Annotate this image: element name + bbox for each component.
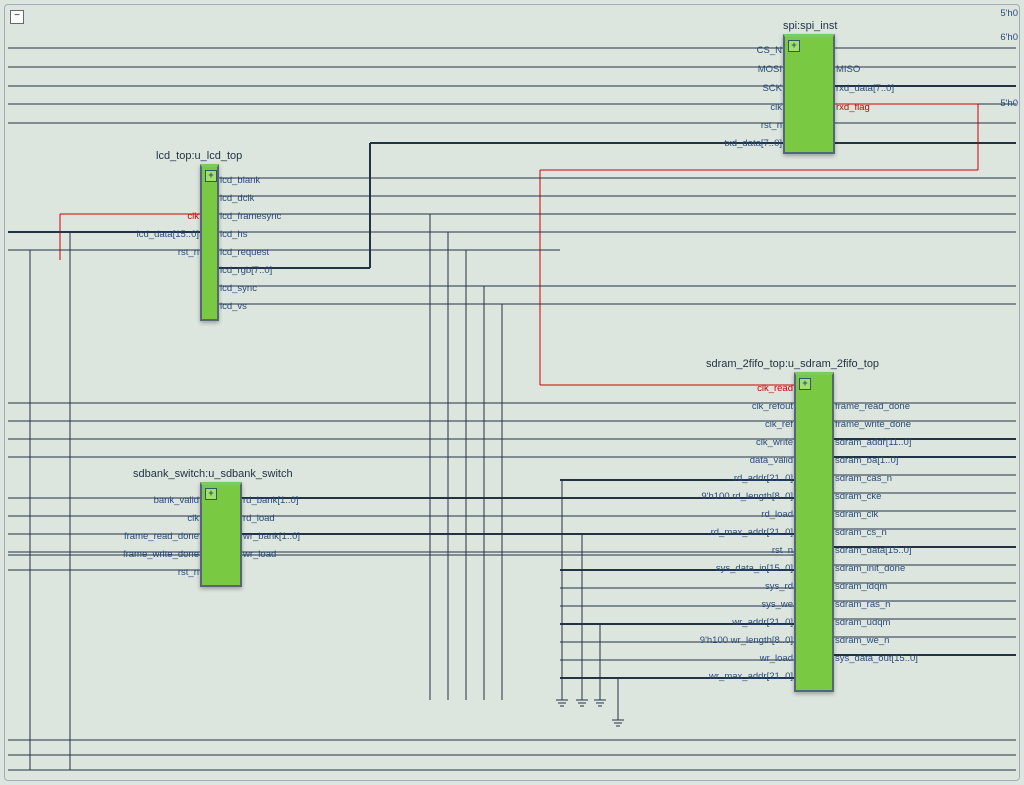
pin-clkref: clk_ref (765, 419, 796, 430)
pin-rdlen: 9'h100 rd_length[8..0] (701, 491, 796, 502)
pin-lcd-data: lcd_data[15..0] (137, 229, 202, 240)
pin-wrload: wr_load (240, 549, 276, 560)
pin-lcd-rstn: rst_n (178, 247, 202, 258)
pin-lcd-vs: lcd_vs (217, 301, 247, 312)
pin-o-cke: sdram_cke (832, 491, 881, 502)
pin-rdload: rd_load (240, 513, 275, 524)
pin-o-sysout: sys_data_out[15..0] (832, 653, 918, 664)
lcd-title: lcd_top:u_lcd_top (156, 150, 242, 162)
pin-o-addr: sdram_addr[11..0] (832, 437, 911, 448)
expand-icon[interactable]: + (205, 488, 217, 500)
pin-rstn: rst_n (761, 120, 785, 131)
pin-rstn2: rst_n (772, 545, 796, 556)
pin-mosi: MOSI (758, 64, 785, 75)
pin-rxddata: rxd_data[7..0] (833, 83, 894, 94)
pin-sw-clk: clk (187, 513, 202, 524)
pin-frd: frame_read_done (124, 531, 202, 542)
pin-rdmax: rd_max_addr[21..0] (711, 527, 796, 538)
collapse-icon[interactable]: − (10, 10, 24, 24)
pin-lcd-rgb: lcd_rgb[7..0] (217, 265, 272, 276)
pin-rdload2: rd_load (761, 509, 796, 520)
sdram-title: sdram_2fifo_top:u_sdram_2fifo_top (706, 358, 879, 370)
lcd-block[interactable]: + clk lcd_data[15..0] rst_n lcd_blank lc… (200, 164, 219, 321)
pin-syswe: sys_we (761, 599, 796, 610)
pin-rdbank: rd_bank[1..0] (240, 495, 298, 506)
pin-o-frd: frame_read_done (832, 401, 910, 412)
pin-o-cas: sdram_cas_n (832, 473, 892, 484)
pin-datavalid: data_valid (750, 455, 796, 466)
pin-clkread: clk_read (757, 383, 796, 394)
spi-title: spi:spi_inst (783, 20, 837, 32)
pin-sw-rst: rst_n (178, 567, 202, 578)
pin-o-fwd: frame_write_done (832, 419, 911, 430)
pin-rxdflag: rxd_flag (833, 102, 870, 113)
pin-lcd-clk: clk (187, 211, 202, 222)
pin-rdaddr: rd_addr[21..0] (734, 473, 796, 484)
pin-lcd-req: lcd_request (217, 247, 269, 258)
sw-title: sdbank_switch:u_sdbank_switch (133, 468, 293, 480)
pin-o-ldqm: sdram_ldqm (832, 581, 887, 592)
expand-icon[interactable]: + (205, 170, 217, 182)
const-2: 6'h0 (1000, 32, 1018, 43)
sw-block[interactable]: + bank_valid clk frame_read_done frame_w… (200, 482, 242, 587)
pin-clk: clk (770, 102, 785, 113)
pin-o-clk: sdram_clk (832, 509, 878, 520)
pin-o-udqm: sdram_udqm (832, 617, 890, 628)
pin-cs-n: CS_N (757, 45, 785, 56)
pin-o-init: sdram_init_done (832, 563, 905, 574)
pin-sysdin: sys_data_in[15..0] (716, 563, 796, 574)
pin-fwd: frame_write_done (123, 549, 202, 560)
expand-icon[interactable]: + (799, 378, 811, 390)
pin-clkwrite: clk_write (756, 437, 796, 448)
pin-o-ras: sdram_ras_n (832, 599, 890, 610)
pin-txd: txd_data[7..0] (724, 138, 785, 149)
pin-miso: MISO (833, 64, 860, 75)
const-1: 5'h0 (1000, 8, 1018, 19)
pin-wrmax: wr_max_addr[21..0] (709, 671, 796, 682)
const-3: 5'h0 (1000, 98, 1018, 109)
pin-wrload2: wr_load (760, 653, 796, 664)
pin-wraddr: wr_addr[21..0] (732, 617, 796, 628)
pin-wrlen: 9'h100 wr_length[8..0] (700, 635, 796, 646)
spi-block[interactable]: + CS_N MOSI SCK clk rst_n txd_data[7..0]… (783, 34, 835, 154)
pin-lcd-dclk: lcd_dclk (217, 193, 254, 204)
pin-bank-valid: bank_valid (154, 495, 202, 506)
pin-o-ba: sdram_ba[1..0] (832, 455, 898, 466)
pin-o-data: sdram_data[15..0] (832, 545, 912, 556)
schematic-canvas: − (0, 0, 1024, 785)
frame (4, 4, 1020, 781)
expand-icon[interactable]: + (788, 40, 800, 52)
pin-clkrefout: clk_refout (752, 401, 796, 412)
pin-wrbank: wr_bank[1..0] (240, 531, 300, 542)
pin-o-we: sdram_we_n (832, 635, 889, 646)
pin-lcd-fs: lcd_framesync (217, 211, 281, 222)
pin-lcd-hs: lcd_hs (217, 229, 247, 240)
pin-sysrd: sys_rd (765, 581, 796, 592)
pin-o-cs: sdram_cs_n (832, 527, 887, 538)
sdram-block[interactable]: + clk_read clk_refout clk_ref clk_write … (794, 372, 834, 692)
pin-sck: SCK (762, 83, 785, 94)
pin-lcd-sync: lcd_sync (217, 283, 257, 294)
pin-lcd-blank: lcd_blank (217, 175, 260, 186)
